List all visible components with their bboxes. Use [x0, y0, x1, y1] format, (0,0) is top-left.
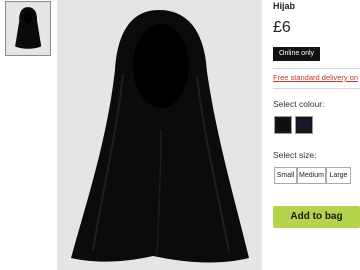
product-title: Hijab: [273, 1, 296, 11]
colour-swatch-navy[interactable]: [295, 116, 313, 134]
product-thumbnail[interactable]: [5, 1, 51, 56]
divider: [273, 68, 360, 69]
select-size-label: Select size:: [273, 150, 317, 160]
add-to-bag-button[interactable]: Add to bag: [273, 206, 360, 228]
colour-swatch-black[interactable]: [274, 116, 292, 134]
divider: [273, 88, 360, 89]
select-colour-label: Select colour:: [273, 99, 325, 109]
product-price: £6: [273, 19, 291, 36]
product-main-image: [57, 0, 262, 270]
size-small-button[interactable]: Small: [274, 167, 297, 184]
size-medium-button[interactable]: Medium: [297, 167, 326, 184]
online-only-badge: Online only: [273, 47, 321, 61]
hijab-thumbnail-image: [9, 5, 47, 52]
delivery-link[interactable]: Free standard delivery on: [273, 73, 360, 82]
size-large-button[interactable]: Large: [326, 167, 351, 184]
hijab-image: [71, 10, 249, 263]
